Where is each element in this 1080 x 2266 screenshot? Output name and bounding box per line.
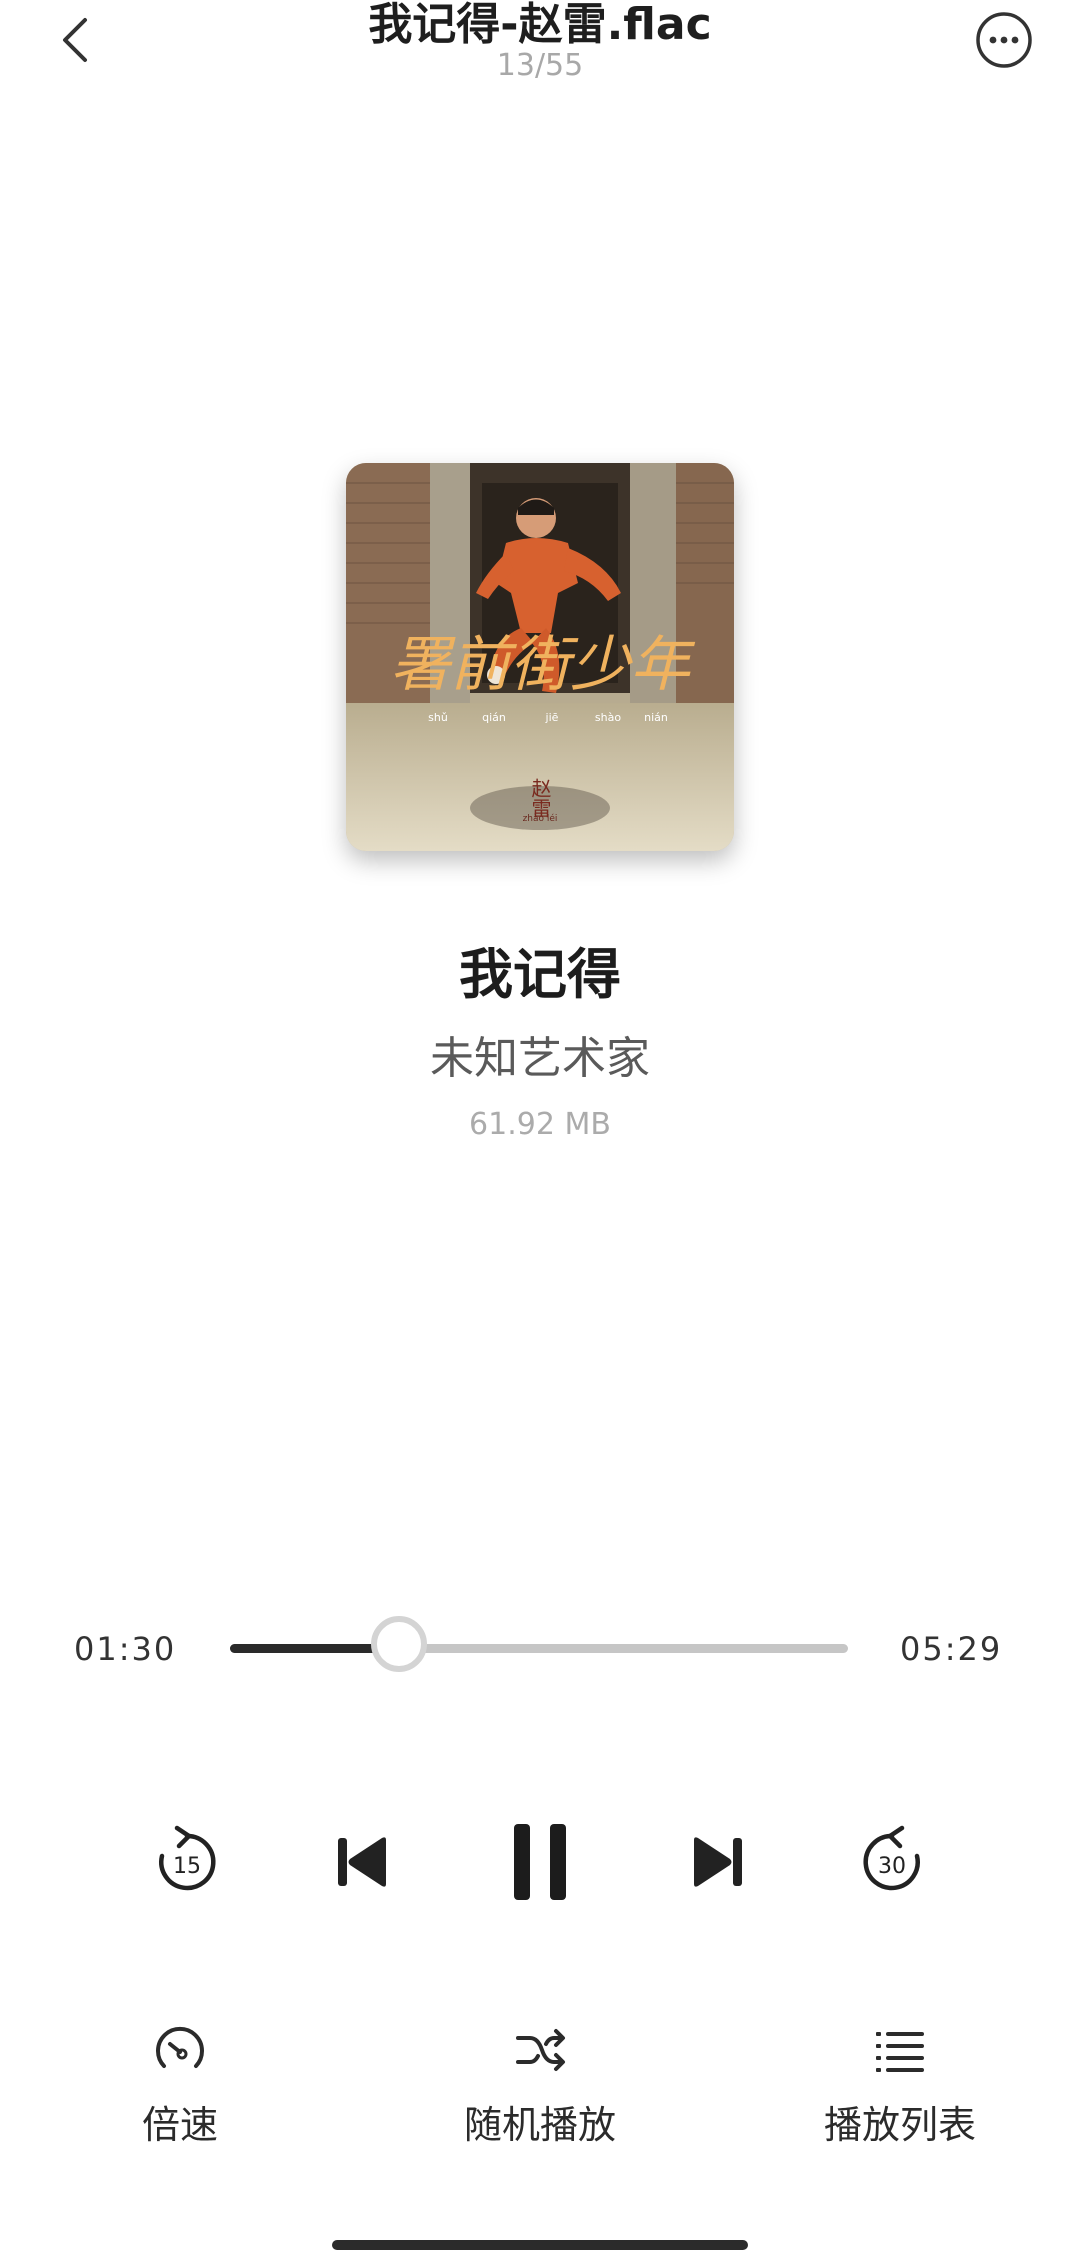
song-title: 我记得 (459, 943, 621, 1006)
rewind-icon: 15 (159, 1825, 216, 1891)
chevron-left-icon (63, 18, 87, 62)
album-artist-pinyin: zhào léi (523, 813, 558, 824)
total-time: 05:29 (900, 1630, 1003, 1668)
home-indicator[interactable] (332, 2240, 748, 2250)
list-icon (876, 2032, 924, 2072)
shuffle-label: 随机播放 (463, 2103, 616, 2147)
album-title-text: 署前街少年 (390, 630, 696, 700)
next-button[interactable] (678, 1822, 758, 1902)
shuffle-icon (516, 2029, 565, 2071)
shuffle-button[interactable]: 随机播放 (410, 2020, 670, 2149)
more-button[interactable] (970, 6, 1038, 74)
album-pinyin-5: nián (644, 711, 668, 724)
progress-slider[interactable] (230, 1616, 848, 1672)
pause-icon (514, 1824, 566, 1900)
forward-icon: 30 (863, 1825, 920, 1891)
skip-previous-icon (338, 1837, 386, 1887)
album-artist-mark: 赵雷 (528, 778, 552, 818)
page-title: 我记得-赵雷.flac (368, 0, 712, 50)
album-pinyin-3: jiē (545, 711, 559, 724)
back-button[interactable] (40, 0, 110, 80)
album-pinyin-2: qián (482, 711, 506, 724)
previous-button[interactable] (322, 1822, 402, 1902)
track-index: 13/55 (496, 48, 584, 83)
pause-button[interactable] (498, 1812, 582, 1912)
more-circle-icon (976, 12, 1032, 68)
album-cover: 署前街少年 shǔ qián jiē shào nián 赵雷 zhào léi (346, 463, 734, 851)
progress-thumb[interactable] (370, 1616, 427, 1672)
rewind-seconds: 15 (173, 1854, 201, 1879)
forward-seconds: 30 (878, 1854, 906, 1879)
artist-name: 未知艺术家 (430, 1033, 650, 1084)
speed-label: 倍速 (141, 2103, 218, 2147)
forward-30-button[interactable]: 30 (852, 1822, 932, 1902)
current-time: 01:30 (74, 1630, 177, 1668)
speedometer-icon (156, 2026, 204, 2068)
skip-next-icon (694, 1837, 742, 1887)
playlist-button[interactable]: 播放列表 (770, 2020, 1030, 2149)
playlist-label: 播放列表 (823, 2103, 976, 2147)
album-pinyin-4: shào (595, 711, 621, 724)
speed-button[interactable]: 倍速 (50, 2020, 310, 2149)
album-pinyin-1: shǔ (428, 711, 448, 724)
rewind-15-button[interactable]: 15 (147, 1822, 227, 1902)
file-size: 61.92 MB (469, 1107, 611, 1142)
